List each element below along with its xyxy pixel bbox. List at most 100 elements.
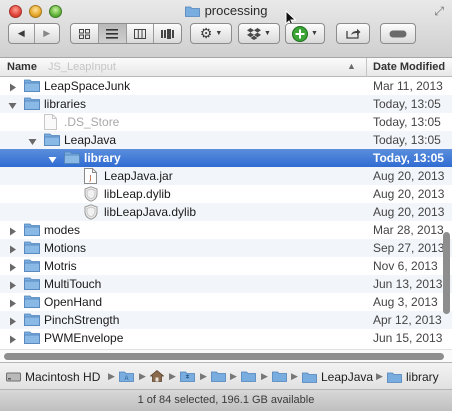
file-row[interactable]: PinchStrength Apr 12, 2013	[0, 311, 452, 329]
file-row[interactable]: libLeapJava.dylib Aug 20, 2013	[0, 203, 452, 221]
file-row[interactable]: LeapSpaceJunk Mar 11, 2013	[0, 77, 452, 95]
list-view-button[interactable]	[98, 24, 127, 43]
file-row[interactable]: OpenHand Aug 3, 2013	[0, 293, 452, 311]
dragged-item-ghost: JS_LeapInput	[48, 61, 116, 73]
icon-view-button[interactable]	[71, 24, 99, 43]
document-icon	[44, 114, 60, 130]
disclosure-closed-icon[interactable]	[8, 279, 17, 290]
add-menu-button[interactable]: ▼	[285, 23, 325, 44]
path-item-folder-a[interactable]	[211, 370, 226, 382]
cover-flow-button[interactable]	[154, 24, 181, 43]
back-arrow-icon: ◀	[17, 28, 25, 38]
file-row[interactable]: MultiTouch Jun 13, 2013	[0, 275, 452, 293]
column-divider[interactable]	[366, 58, 367, 77]
file-name: library	[84, 151, 121, 165]
disclosure-closed-icon[interactable]	[8, 243, 17, 254]
dylib-file-icon	[84, 204, 100, 220]
file-row[interactable]: library Today, 13:05	[0, 149, 452, 167]
column-view-icon	[134, 28, 147, 39]
path-item-dropbox[interactable]	[180, 370, 195, 382]
file-row[interactable]: Motions Sep 27, 2013	[0, 239, 452, 257]
horizontal-scroll-thumb[interactable]	[4, 353, 444, 360]
path-separator-icon: ▶	[291, 371, 298, 381]
file-row[interactable]: libraries Today, 13:05	[0, 95, 452, 113]
file-name: modes	[44, 223, 81, 237]
horizontal-scrollbar[interactable]	[0, 349, 452, 362]
icon-view-icon	[78, 28, 90, 39]
path-item-leapjava[interactable]: LeapJava	[302, 370, 373, 384]
path-bar: Macintosh HD ▶ A ▶ ▶ ▶ ▶ ▶ ▶ LeapJava ▶	[0, 362, 452, 390]
fullscreen-icon[interactable]: ⤢	[434, 4, 444, 19]
chevron-down-icon: ▼	[264, 30, 271, 37]
file-name: Motris	[44, 259, 77, 273]
path-separator-icon: ▶	[261, 371, 268, 381]
toggle-tags-button[interactable]	[380, 23, 416, 44]
file-row[interactable]: .DS_Store Today, 13:05	[0, 113, 452, 131]
path-item-library[interactable]: library	[387, 370, 439, 384]
vertical-scrollbar[interactable]	[441, 77, 452, 349]
share-button[interactable]	[336, 23, 370, 44]
sort-indicator-icon: ▲	[347, 61, 356, 71]
svg-text:J: J	[88, 174, 91, 182]
column-view-button[interactable]	[127, 24, 155, 43]
folder-icon	[24, 312, 40, 328]
disclosure-closed-icon[interactable]	[8, 333, 17, 344]
disclosure-closed-icon[interactable]	[8, 261, 17, 272]
vertical-scroll-thumb[interactable]	[443, 232, 450, 314]
forward-arrow-icon: ▶	[43, 28, 51, 38]
file-row[interactable]: Motris Nov 6, 2013	[0, 257, 452, 275]
file-name: OpenHand	[44, 295, 103, 309]
folder-icon	[64, 150, 80, 166]
folder-icon	[24, 258, 40, 274]
dropbox-icon	[247, 27, 262, 40]
back-button[interactable]: ◀	[9, 24, 35, 43]
action-menu-button[interactable]: ⚙ ▼	[190, 23, 232, 44]
path-item-disk[interactable]: Macintosh HD	[6, 370, 100, 384]
status-bar: 1 of 84 selected, 196.1 GB available	[0, 390, 452, 411]
titlebar: processing ⤢ ◀ ▶ ⚙ ▼ ▼ ▼	[0, 0, 452, 58]
jar-file-icon: J	[84, 168, 100, 184]
path-separator-icon: ▶	[139, 371, 146, 381]
file-name: LeapJava.jar	[104, 169, 173, 183]
forward-button[interactable]: ▶	[35, 24, 60, 43]
folder-icon	[211, 371, 226, 382]
tag-toggle-icon	[389, 30, 407, 37]
folder-icon	[184, 6, 200, 17]
file-row[interactable]: libLeap.dylib Aug 20, 2013	[0, 185, 452, 203]
path-disk-label: Macintosh HD	[25, 370, 101, 384]
dropbox-button[interactable]: ▼	[238, 23, 280, 44]
file-row[interactable]: modes Mar 28, 2013	[0, 221, 452, 239]
disclosure-closed-icon[interactable]	[8, 297, 17, 308]
folder-icon	[24, 222, 40, 238]
file-list: LeapSpaceJunk Mar 11, 2013 libraries Today,…	[0, 77, 452, 349]
folder-icon	[24, 78, 40, 94]
disclosure-closed-icon[interactable]	[8, 315, 17, 326]
path-item-folder-b[interactable]	[241, 370, 256, 382]
folder-icon	[44, 132, 60, 148]
file-name: PinchStrength	[44, 313, 120, 327]
disclosure-open-icon[interactable]	[28, 135, 37, 145]
file-row[interactable]: J LeapJava.jar Aug 20, 2013	[0, 167, 452, 185]
window-title: processing	[0, 3, 452, 18]
window-title-text: processing	[204, 3, 268, 18]
path-item-applications[interactable]: A	[119, 370, 134, 382]
disclosure-closed-icon[interactable]	[8, 81, 17, 92]
file-row[interactable]: PWMEnvelope Jun 15, 2013	[0, 329, 452, 347]
file-name: LeapJava	[64, 133, 117, 147]
name-column-header[interactable]: Name	[7, 61, 37, 73]
dropbox-folder-icon	[180, 371, 195, 382]
path-leapjava-label: LeapJava	[321, 370, 374, 384]
file-row[interactable]: LeapJava Today, 13:05	[0, 131, 452, 149]
file-name: Motions	[44, 241, 87, 255]
finder-window: processing ⤢ ◀ ▶ ⚙ ▼ ▼ ▼ Name JS_LeapInp…	[0, 0, 452, 411]
disclosure-open-icon[interactable]	[8, 99, 17, 109]
disclosure-closed-icon[interactable]	[8, 225, 17, 236]
path-item-home[interactable]	[150, 370, 164, 382]
date-column-header[interactable]: Date Modified	[373, 61, 445, 73]
home-icon	[150, 370, 164, 382]
chevron-down-icon: ▼	[215, 30, 223, 37]
path-item-folder-c[interactable]	[272, 370, 287, 382]
file-name: MultiTouch	[44, 277, 102, 291]
file-name: libLeap.dylib	[104, 187, 171, 201]
disclosure-open-icon[interactable]	[48, 153, 57, 163]
